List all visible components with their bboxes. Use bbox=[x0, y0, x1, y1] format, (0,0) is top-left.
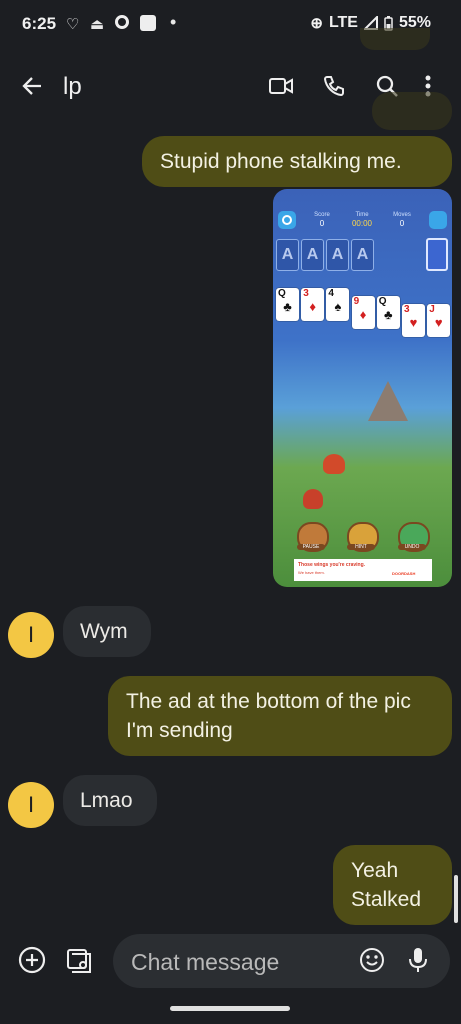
card-rank: Q bbox=[378, 296, 387, 307]
card-rank: 9 bbox=[353, 296, 360, 307]
undo-label: UNDO bbox=[398, 544, 426, 550]
playing-card: 9 ♦ bbox=[351, 296, 375, 329]
hint-label: HINT bbox=[347, 544, 375, 550]
theme-icon bbox=[429, 211, 447, 229]
playing-card: Q ♣ bbox=[276, 288, 299, 321]
image-attachment[interactable]: Score 0 Time 00:00 Moves 0 A A A A Q ♣ 3 ♦ 4… bbox=[273, 189, 452, 587]
time-label: Time bbox=[355, 212, 369, 218]
card-rank: 3 bbox=[303, 288, 309, 299]
outgoing-message[interactable]: Stupid phone stalking me. bbox=[142, 136, 452, 187]
volcano-illustration bbox=[368, 381, 408, 421]
phone-icon[interactable] bbox=[316, 68, 352, 104]
moves-label: Moves bbox=[393, 212, 411, 218]
chat-message-input[interactable] bbox=[129, 934, 353, 990]
heart-notification-icon: ♡ bbox=[66, 16, 80, 33]
incoming-message[interactable]: Wym bbox=[63, 606, 151, 657]
card-suit: ♥ bbox=[434, 315, 443, 330]
ad-headline: Those wings you're craving. bbox=[298, 562, 366, 568]
card-rank: 3 bbox=[404, 304, 410, 315]
foundation-slot: A bbox=[301, 239, 324, 271]
playing-card: J ♥ bbox=[427, 304, 451, 337]
card-suit: ♣ bbox=[384, 307, 393, 322]
app-notification-icon bbox=[140, 15, 156, 31]
pause-label: PAUSE bbox=[297, 544, 325, 550]
card-rank: J bbox=[429, 304, 435, 315]
card-suit: ♦ bbox=[309, 299, 316, 314]
playing-card: 3 ♥ bbox=[402, 304, 425, 337]
add-attachment-icon[interactable] bbox=[17, 945, 47, 975]
avatar[interactable]: I bbox=[8, 782, 54, 828]
playing-card: 4 ♠ bbox=[326, 288, 350, 321]
card-rank: 4 bbox=[328, 288, 334, 299]
score-value: 0 bbox=[319, 219, 325, 228]
status-time: 6:25 bbox=[22, 14, 57, 33]
avatar[interactable]: I bbox=[8, 612, 54, 658]
card-suit: ♠ bbox=[334, 299, 342, 314]
ad-brand: DOORDASH bbox=[392, 571, 416, 576]
scrolled-bubble-fragment bbox=[372, 92, 452, 130]
outgoing-message[interactable]: The ad at the bottom of the pic I'm send… bbox=[108, 676, 452, 756]
playstation-icon: ⏏ bbox=[90, 16, 105, 33]
scrollbar[interactable] bbox=[454, 875, 458, 923]
card-suit: ♣ bbox=[283, 299, 292, 314]
stock-pile bbox=[426, 238, 448, 271]
playing-card: 3 ♦ bbox=[301, 288, 325, 321]
card-rank: Q bbox=[278, 288, 286, 299]
back-arrow-icon[interactable] bbox=[14, 68, 50, 104]
time-value: 00:00 bbox=[351, 219, 373, 228]
score-label: Score bbox=[314, 212, 330, 218]
card-suit: ♦ bbox=[359, 307, 367, 322]
message-line: Stalked bbox=[351, 888, 422, 911]
video-call-icon[interactable] bbox=[263, 68, 299, 104]
outgoing-message[interactable]: Yeah Stalked bbox=[333, 845, 452, 925]
navigation-handle[interactable] bbox=[170, 1006, 290, 1011]
playing-card: Q ♣ bbox=[376, 296, 400, 329]
settings-gear-icon bbox=[278, 211, 296, 229]
chat-composer bbox=[113, 934, 450, 990]
ad-subline: We have them. bbox=[298, 570, 325, 575]
banner-ad: Those wings you're craving. We have them… bbox=[294, 559, 432, 581]
card-suit: ♥ bbox=[409, 315, 418, 330]
more-notifications-dot-icon: • bbox=[170, 12, 177, 32]
data-saver-icon: ⊕ bbox=[310, 15, 323, 32]
network-label: LTE bbox=[328, 14, 358, 31]
foundation-slot: A bbox=[326, 239, 349, 271]
message-line: Yeah bbox=[351, 859, 399, 882]
dragon-illustration bbox=[323, 454, 345, 474]
scrolled-bubble-fragment bbox=[360, 28, 430, 50]
gallery-icon[interactable] bbox=[65, 945, 95, 975]
emoji-icon[interactable] bbox=[358, 946, 386, 974]
foundation-slot: A bbox=[276, 239, 299, 271]
dragon-illustration bbox=[303, 489, 323, 509]
microphone-icon[interactable] bbox=[408, 947, 428, 973]
incoming-message[interactable]: Lmao bbox=[63, 775, 157, 826]
foundation-slot: A bbox=[351, 239, 374, 271]
ring-notification-icon bbox=[115, 15, 129, 29]
moves-value: 0 bbox=[399, 219, 405, 228]
contact-name[interactable]: lp bbox=[63, 73, 82, 101]
